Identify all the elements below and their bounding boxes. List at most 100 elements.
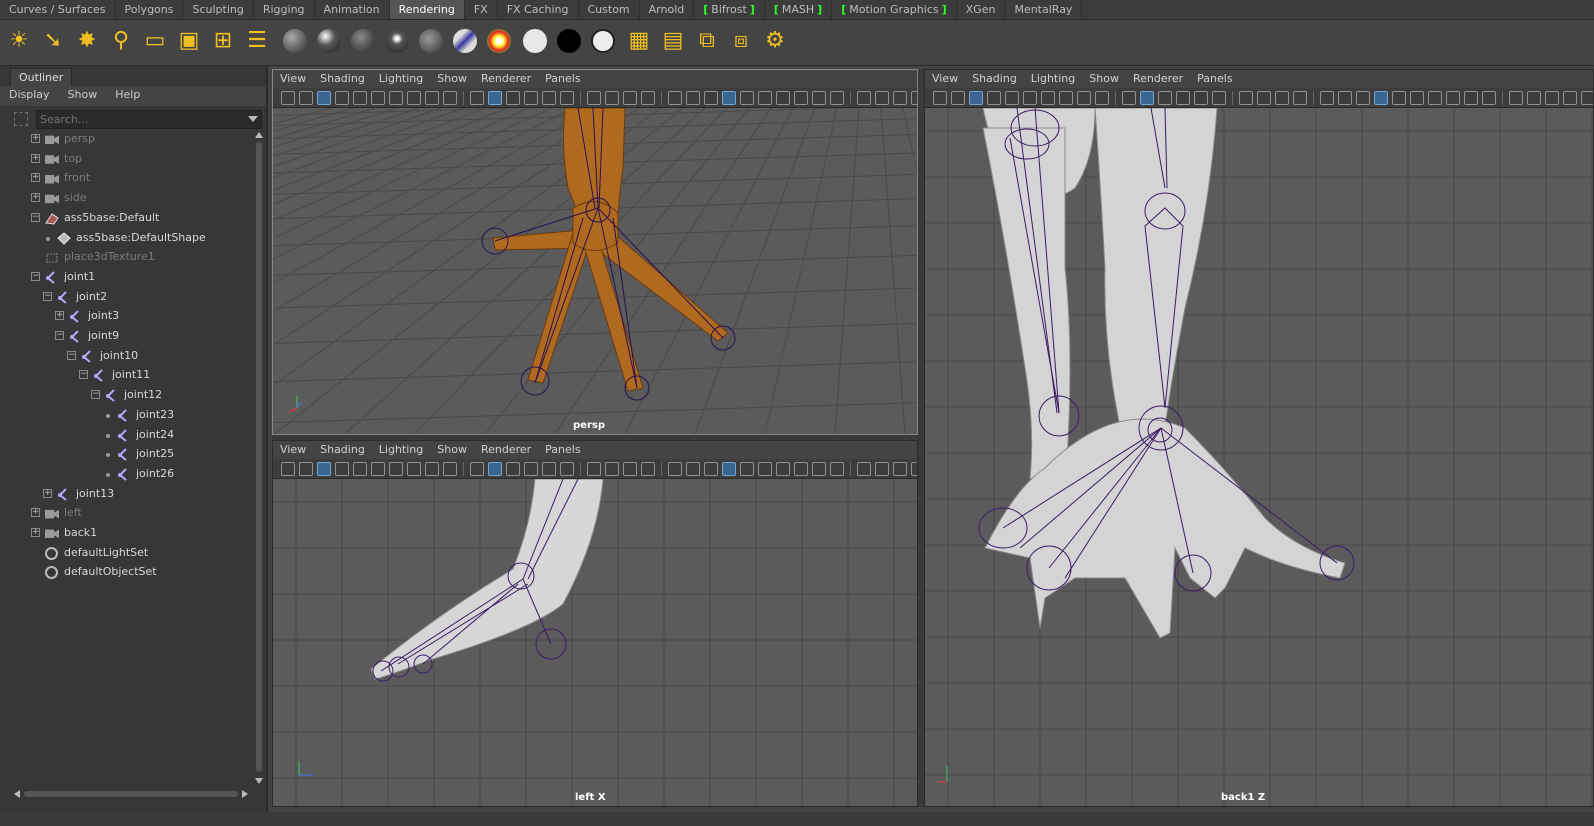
viewport-tool-icon[interactable]: [1140, 91, 1154, 105]
collapse-icon[interactable]: −: [91, 390, 100, 400]
viewport-tool-icon[interactable]: [1356, 91, 1370, 105]
shelf-tab-polygons[interactable]: Polygons: [116, 0, 184, 19]
viewport-tool-icon[interactable]: [1563, 91, 1577, 105]
viewport-tool-icon[interactable]: [1410, 91, 1424, 105]
viewport-tool-icon[interactable]: [1464, 91, 1478, 105]
viewport-menu-panels[interactable]: Panels: [538, 441, 587, 459]
viewport-tool-icon[interactable]: [488, 91, 502, 105]
scrollbar-thumb[interactable]: [256, 142, 262, 772]
anisotropic-sphere-icon[interactable]: [416, 26, 446, 56]
viewport-tool-icon[interactable]: [1095, 91, 1109, 105]
expand-icon[interactable]: +: [43, 488, 52, 498]
viewport-tool-icon[interactable]: [794, 462, 808, 476]
viewport-tool-icon[interactable]: [1059, 91, 1073, 105]
viewport-tool-icon[interactable]: [605, 91, 619, 105]
viewport-tool-icon[interactable]: [425, 462, 439, 476]
viewport-menu-shading[interactable]: Shading: [313, 70, 372, 88]
phong-sphere-icon[interactable]: [348, 26, 378, 56]
viewport-tool-icon[interactable]: [425, 91, 439, 105]
viewport-tool-icon[interactable]: [1293, 91, 1307, 105]
outliner-item[interactable]: − ass5base:Default: [12, 209, 252, 228]
outliner-item[interactable]: joint25: [12, 445, 252, 464]
viewport-menu-renderer[interactable]: Renderer: [474, 70, 538, 88]
viewport-tool-icon[interactable]: [488, 462, 502, 476]
viewport-tool-icon[interactable]: [776, 91, 790, 105]
viewport-menu-show[interactable]: Show: [430, 70, 474, 88]
outliner-item[interactable]: joint26: [12, 465, 252, 484]
shelf-tab-xgen[interactable]: XGen: [957, 0, 1006, 19]
area-light-icon[interactable]: ▭: [140, 26, 170, 56]
viewport-menu-panels[interactable]: Panels: [1190, 70, 1239, 88]
viewport-tool-icon[interactable]: [758, 462, 772, 476]
viewport-tool-icon[interactable]: [407, 462, 421, 476]
scroll-right-icon[interactable]: [242, 790, 248, 798]
viewport-splitter[interactable]: [272, 435, 918, 440]
viewport-menu-show[interactable]: Show: [430, 441, 474, 459]
surface-black-icon[interactable]: [554, 26, 584, 56]
viewport-menu-shading[interactable]: Shading: [965, 70, 1024, 88]
viewport-back[interactable]: View Shading Lighting Show Renderer Pane…: [924, 69, 1594, 807]
viewport-tool-icon[interactable]: [353, 91, 367, 105]
outliner-item[interactable]: − joint12: [12, 386, 252, 405]
shelf-tab-motion-graphics[interactable]: Motion Graphics: [832, 0, 957, 19]
viewport-tool-icon[interactable]: [812, 91, 826, 105]
hypershade-icon[interactable]: ▦: [624, 26, 654, 56]
outliner-item[interactable]: + front: [12, 169, 252, 188]
viewport-tool-icon[interactable]: [560, 462, 574, 476]
viewport-tool-icon[interactable]: [704, 91, 718, 105]
viewport-tool-icon[interactable]: [987, 91, 1001, 105]
viewport-tool-icon[interactable]: [686, 91, 700, 105]
scroll-down-icon[interactable]: [255, 778, 263, 784]
viewport-tool-icon[interactable]: [758, 91, 772, 105]
viewport-tool-icon[interactable]: [1023, 91, 1037, 105]
outliner-item[interactable]: + left: [12, 504, 252, 523]
outliner-item[interactable]: − joint10: [12, 347, 252, 366]
viewport-tool-icon[interactable]: [830, 462, 844, 476]
viewport-tool-icon[interactable]: [668, 462, 682, 476]
viewport-tool-icon[interactable]: [704, 462, 718, 476]
viewport-tool-icon[interactable]: [542, 462, 556, 476]
viewport-left[interactable]: View Shading Lighting Show Renderer Pane…: [272, 440, 918, 807]
outliner-item[interactable]: + back1: [12, 524, 252, 543]
viewport-menu-view[interactable]: View: [273, 70, 313, 88]
viewport-menu-renderer[interactable]: Renderer: [1126, 70, 1190, 88]
viewport-tool-icon[interactable]: [281, 91, 295, 105]
viewport-tool-icon[interactable]: [1005, 91, 1019, 105]
viewport-tool-icon[interactable]: [933, 91, 947, 105]
outliner-tab[interactable]: Outliner: [10, 68, 73, 86]
expand-icon[interactable]: +: [31, 528, 40, 537]
viewport-canvas[interactable]: [273, 479, 917, 806]
phongE-sphere-icon[interactable]: [382, 26, 412, 56]
viewport-tool-icon[interactable]: [641, 91, 655, 105]
viewport-tool-icon[interactable]: [686, 462, 700, 476]
expand-icon[interactable]: +: [31, 508, 40, 518]
filter-icon[interactable]: [14, 112, 28, 126]
outliner-item[interactable]: − joint1: [12, 268, 252, 287]
viewport-tool-icon[interactable]: [857, 91, 871, 105]
viewport-persp[interactable]: View Shading Lighting Show Renderer Pane…: [272, 69, 918, 435]
viewport-tool-icon[interactable]: [371, 91, 385, 105]
viewport-menu-renderer[interactable]: Renderer: [474, 441, 538, 459]
viewport-menu-lighting[interactable]: Lighting: [372, 441, 430, 459]
viewport-tool-icon[interactable]: [371, 462, 385, 476]
scrollbar-thumb[interactable]: [24, 791, 238, 797]
expand-icon[interactable]: +: [31, 173, 40, 183]
viewport-tool-icon[interactable]: [812, 462, 826, 476]
viewport-tool-icon[interactable]: [1581, 91, 1593, 105]
viewport-tool-icon[interactable]: [389, 91, 403, 105]
expand-icon[interactable]: +: [31, 153, 40, 163]
outliner-item[interactable]: + joint13: [12, 485, 252, 504]
shelf-tab-mentalray[interactable]: MentalRay: [1005, 0, 1083, 19]
surface-white-icon[interactable]: [520, 26, 550, 56]
outliner-menu-help[interactable]: Help: [106, 86, 149, 106]
shelf-tab-rigging[interactable]: Rigging: [254, 0, 315, 19]
viewport-tool-icon[interactable]: [857, 462, 871, 476]
viewport-tool-icon[interactable]: [668, 91, 682, 105]
scroll-left-icon[interactable]: [14, 790, 20, 798]
viewport-menu-view[interactable]: View: [273, 441, 313, 459]
viewport-tool-icon[interactable]: [1374, 91, 1388, 105]
shelf-tab-bifrost[interactable]: Bifrost: [694, 0, 765, 19]
outliner-item[interactable]: defaultObjectSet: [12, 563, 252, 582]
outliner-horizontal-scrollbar[interactable]: [12, 788, 252, 800]
collapse-icon[interactable]: −: [31, 271, 40, 281]
